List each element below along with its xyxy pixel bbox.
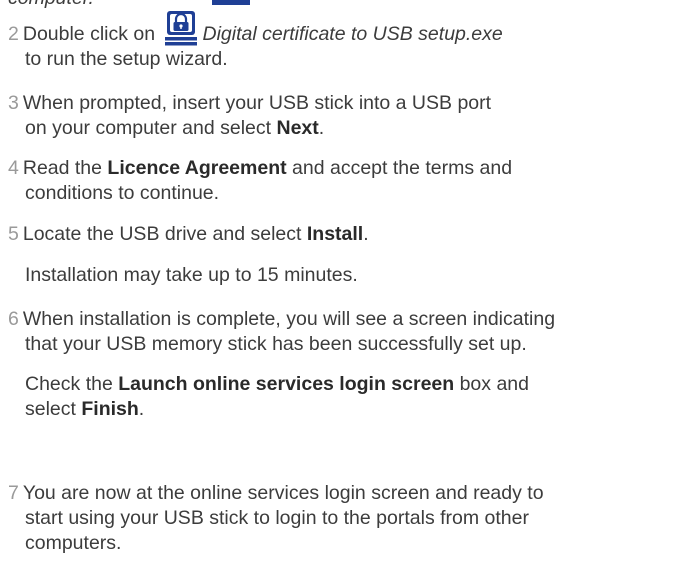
step-6-sub-text: Check the — [25, 373, 119, 395]
step-6-sub-text-2: box and — [454, 373, 529, 395]
step-6-sub-text-3: select — [25, 398, 82, 420]
step-2: 2 Double click on Digital certificate to … — [8, 10, 503, 72]
step-4-line-2: conditions to continue. — [25, 182, 220, 204]
step-3-line-1: 3 When prompted, insert your USB stick in… — [8, 91, 491, 116]
launch-login-checkbox-label: Launch online services login screen — [118, 373, 455, 395]
step-3-text-2: on your computer and select — [25, 117, 277, 139]
step-7-line-3: computers. — [25, 532, 122, 554]
step-2-text: Double click on — [22, 23, 161, 45]
period: . — [318, 117, 325, 139]
step-7-line-2: start using your USB stick to login to t… — [25, 507, 529, 529]
licence-agreement-label: Licence Agreement — [107, 157, 287, 179]
step-5-line-1: 5 Locate the USB drive and select Install… — [8, 222, 369, 247]
step-6-sub-line-2: select Finish. — [25, 397, 529, 422]
step-4: 4 Read the Licence Agreement and accept t… — [8, 156, 512, 206]
step-number: 4 — [8, 157, 19, 179]
next-label: Next — [276, 117, 319, 139]
step-6-sub-line-1: Check the Launch online services login s… — [25, 372, 529, 397]
step-number: 5 — [8, 223, 19, 245]
step-5-note: Installation may take up to 15 minutes. — [25, 264, 358, 286]
step-2-line-2: to run the setup wizard. — [25, 48, 228, 70]
step-7-line-1: 7 You are now at the online services logi… — [8, 481, 544, 506]
step-2-line-1: 2 Double click on Digital certificate to … — [8, 10, 503, 47]
step-number: 7 — [8, 482, 19, 504]
step-6-line-2: that your USB memory stick has been succ… — [25, 333, 527, 355]
setup-file-name: Digital certificate to USB setup.exe — [202, 23, 503, 45]
step-number: 6 — [8, 308, 19, 330]
step-number: 3 — [8, 92, 19, 114]
step-number: 2 — [8, 23, 19, 45]
step-6-line-1: 6 When installation is complete, you will… — [8, 307, 555, 332]
step-4-text-2: and accept the terms and — [286, 157, 513, 179]
step-4-line-1: 4 Read the Licence Agreement and accept t… — [8, 156, 512, 181]
step-5: 5 Locate the USB drive and select Install… — [8, 222, 369, 247]
step-7: 7 You are now at the online services logi… — [8, 481, 544, 556]
step-6-text: When installation is complete, you will … — [22, 308, 556, 330]
step-3: 3 When prompted, insert your USB stick in… — [8, 91, 491, 141]
step-4-text: Read the — [22, 157, 108, 179]
step-6: 6 When installation is complete, you will… — [8, 307, 555, 357]
step-5-text: Locate the USB drive and select — [22, 223, 307, 245]
step-3-line-2: on your computer and select Next. — [8, 116, 491, 141]
finish-label: Finish — [81, 398, 139, 420]
step-3-text: When prompted, insert your USB stick int… — [22, 92, 492, 114]
step-7-text: You are now at the online services login… — [22, 482, 544, 504]
period: . — [363, 223, 369, 245]
cut-off-text: computer. — [8, 0, 94, 9]
step-6-sub: Check the Launch online services login s… — [25, 372, 529, 422]
install-label: Install — [306, 223, 364, 245]
cut-off-icon — [212, 0, 250, 5]
usb-lock-icon — [163, 10, 199, 46]
period: . — [138, 398, 145, 420]
instruction-page: computer. 2Double click on Digital certi… — [0, 0, 698, 576]
